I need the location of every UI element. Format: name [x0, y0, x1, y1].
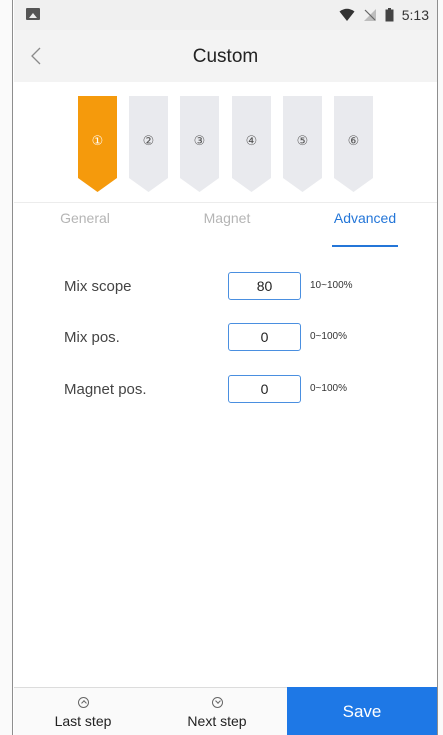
next-step-label: Next step	[187, 713, 247, 729]
active-tab-indicator	[332, 245, 398, 247]
mix-scope-label: Mix scope	[64, 278, 132, 295]
device-frame: 5:13 Custom ① ② ③ ④ ⑤ ⑥ General Magnet A…	[0, 0, 443, 735]
tab-magnet[interactable]: Magnet	[184, 210, 270, 250]
magnet-pos-input[interactable]	[228, 375, 301, 403]
step-6-label: ⑥	[347, 134, 360, 149]
wifi-icon	[339, 8, 355, 21]
step-6[interactable]: ⑥	[334, 96, 373, 192]
step-3-label: ③	[193, 134, 206, 149]
last-step-button[interactable]: Last step	[18, 688, 148, 735]
step-2-label: ②	[142, 134, 155, 149]
step-3[interactable]: ③	[180, 96, 219, 192]
battery-icon	[385, 8, 394, 22]
magnet-pos-label: Magnet pos.	[64, 381, 147, 398]
tab-advanced[interactable]: Advanced	[332, 210, 398, 250]
field-mix-scope: Mix scope 10~100%	[14, 270, 437, 302]
tab-general-label: General	[60, 210, 110, 226]
chevron-up-circle-icon	[77, 697, 89, 708]
step-5-label: ⑤	[296, 134, 309, 149]
tab-bar: General Magnet Advanced	[14, 210, 437, 250]
tab-general[interactable]: General	[42, 210, 128, 250]
step-1-label: ①	[91, 134, 104, 149]
step-5[interactable]: ⑤	[283, 96, 322, 192]
bottom-bar: Last step Next step Save	[14, 687, 437, 735]
tabs-divider	[14, 202, 437, 203]
last-step-label: Last step	[54, 713, 112, 729]
save-button[interactable]: Save	[287, 687, 437, 735]
mix-pos-range: 0~100%	[310, 331, 347, 342]
chevron-down-circle-icon	[211, 697, 223, 708]
field-magnet-pos: Magnet pos. 0~100%	[14, 373, 437, 405]
mix-pos-input[interactable]	[228, 323, 301, 351]
step-1[interactable]: ①	[78, 96, 117, 192]
left-edge	[0, 0, 13, 735]
page-title: Custom	[192, 46, 259, 67]
save-button-label: Save	[342, 701, 382, 721]
step-4-label: ④	[245, 134, 258, 149]
step-4[interactable]: ④	[232, 96, 271, 192]
field-mix-pos: Mix pos. 0~100%	[14, 321, 437, 353]
status-icons: 5:13	[339, 6, 429, 24]
mix-scope-range: 10~100%	[310, 280, 353, 291]
tab-magnet-label: Magnet	[203, 210, 251, 226]
no-signal-icon	[363, 9, 376, 21]
status-time: 5:13	[401, 7, 429, 23]
step-2[interactable]: ②	[129, 96, 168, 192]
next-step-button[interactable]: Next step	[152, 688, 282, 735]
tab-advanced-label: Advanced	[333, 210, 397, 226]
image-icon	[26, 8, 40, 20]
mix-pos-label: Mix pos.	[64, 329, 120, 346]
title-bar: Custom	[14, 30, 437, 82]
right-edge	[437, 0, 443, 735]
status-bar: 5:13	[14, 0, 437, 30]
magnet-pos-range: 0~100%	[310, 383, 347, 394]
mix-scope-input[interactable]	[228, 272, 301, 300]
app-screen: 5:13 Custom ① ② ③ ④ ⑤ ⑥ General Magnet A…	[14, 0, 437, 735]
step-selector: ① ② ③ ④ ⑤ ⑥	[14, 82, 437, 202]
